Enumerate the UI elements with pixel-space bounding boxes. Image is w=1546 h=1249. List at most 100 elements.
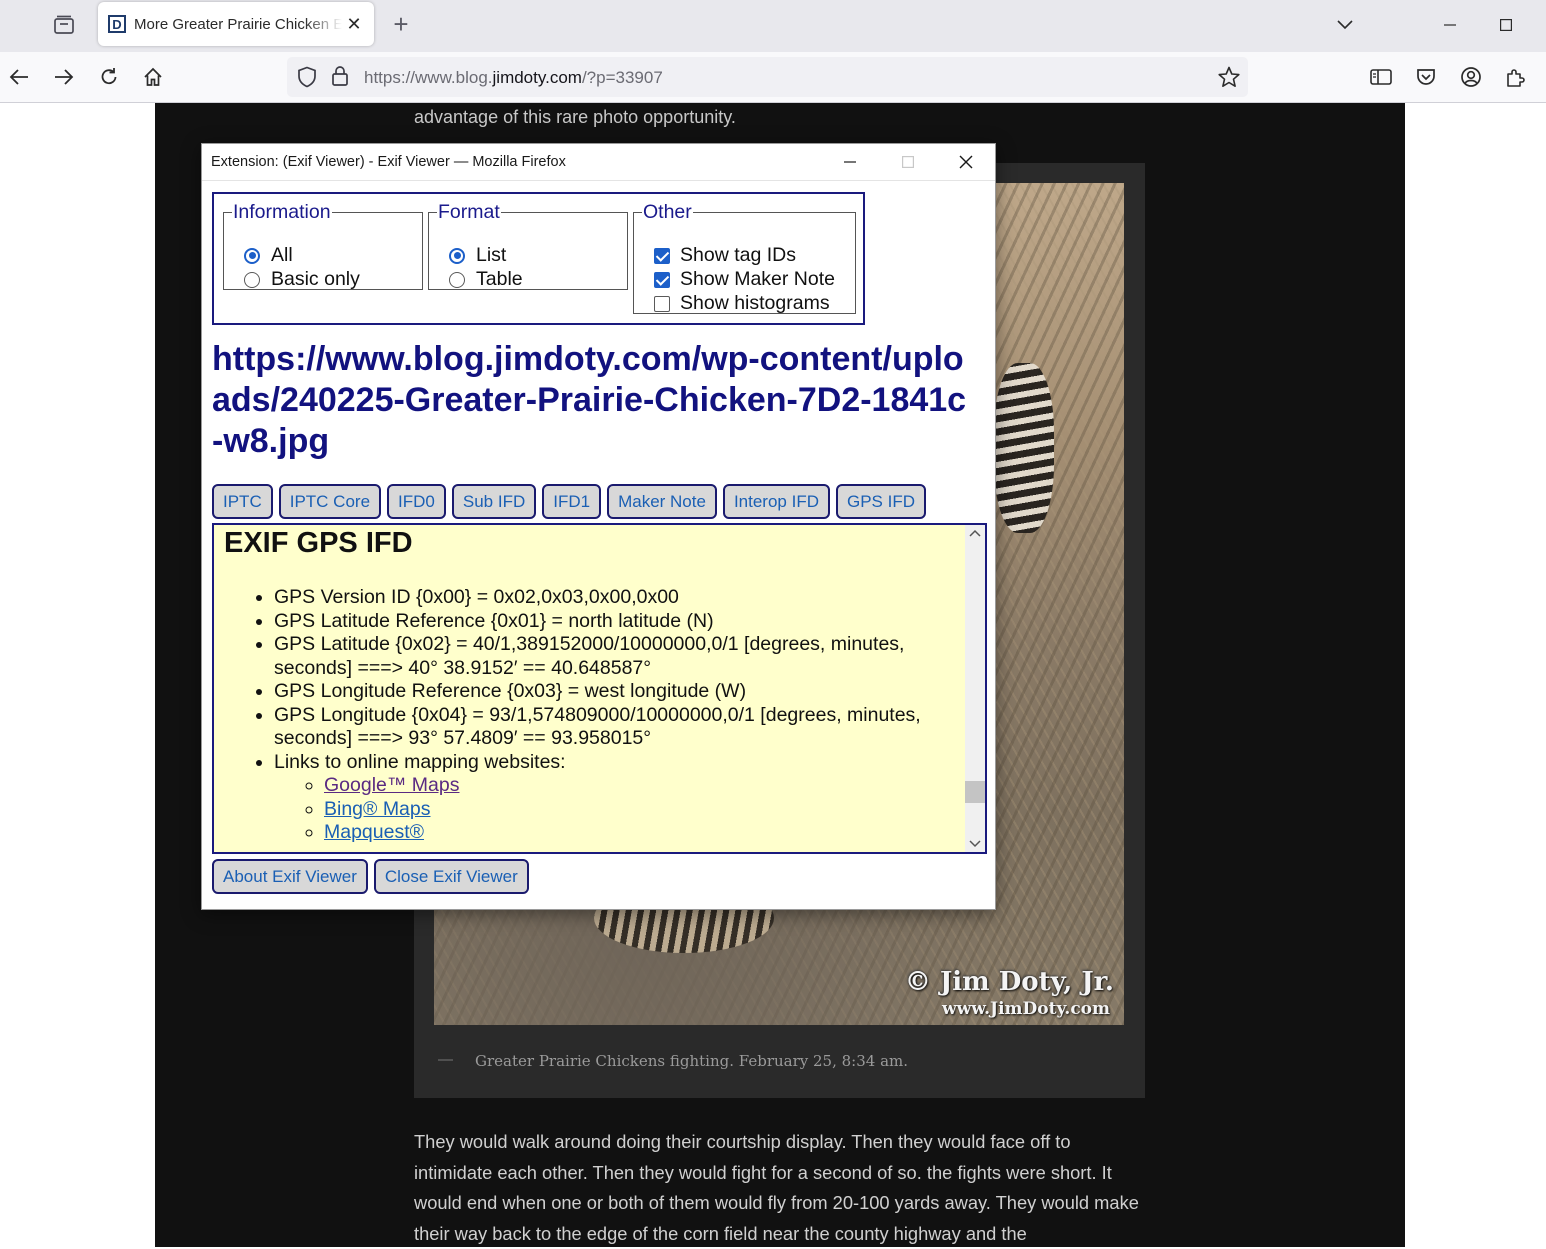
minimize-window-button[interactable] xyxy=(1430,10,1470,40)
option-label: Basic only xyxy=(271,268,360,290)
scroll-up-icon[interactable] xyxy=(969,529,981,537)
maximize-icon xyxy=(902,156,914,168)
tab-close-icon[interactable]: ✕ xyxy=(344,14,364,34)
checkbox-unchecked[interactable] xyxy=(654,295,670,312)
reload-icon xyxy=(101,68,117,85)
home-button[interactable] xyxy=(138,62,168,92)
list-item: GPS Longitude {0x04} = 93/1,574809000/10… xyxy=(274,704,964,751)
google-maps-link[interactable]: Google™ Maps xyxy=(324,774,459,796)
tab-maker-note[interactable]: Maker Note xyxy=(607,484,717,519)
about-exif-viewer-button[interactable]: About Exif Viewer xyxy=(212,859,368,894)
other-group: Other Show tag IDs Show Maker Note Show … xyxy=(633,201,856,314)
footer-buttons: About Exif Viewer Close Exif Viewer xyxy=(212,859,529,894)
exif-content: EXIF GPS IFD GPS Version ID {0x00} = 0x0… xyxy=(224,527,964,845)
list-item-text: Links to online mapping websites: xyxy=(274,750,566,773)
tab-iptc[interactable]: IPTC xyxy=(212,484,273,519)
option-label: Show histograms xyxy=(680,292,830,314)
radio-unselected[interactable] xyxy=(244,271,260,288)
tab-gps-ifd[interactable]: GPS IFD xyxy=(836,484,927,519)
option-label: All xyxy=(271,244,293,266)
radio-selected[interactable] xyxy=(244,247,260,264)
home-icon xyxy=(144,67,162,86)
bird-shape xyxy=(994,363,1054,533)
popup-minimize-button[interactable] xyxy=(827,147,873,177)
tab-strip: D More Greater Prairie Chicken Ex ✕ + xyxy=(0,0,1546,52)
show-histograms-option[interactable]: Show histograms xyxy=(654,292,830,315)
format-legend: Format xyxy=(438,201,500,223)
photo-watermark: © Jim Doty, Jr. xyxy=(904,967,1114,997)
tab-ifd0[interactable]: IFD0 xyxy=(387,484,446,519)
popup-titlebar[interactable]: Extension: (Exif Viewer) - Exif Viewer —… xyxy=(202,144,995,181)
show-maker-note-option[interactable]: Show Maker Note xyxy=(654,268,835,291)
list-item: Mapquest® xyxy=(324,821,964,845)
show-tag-ids-option[interactable]: Show tag IDs xyxy=(654,244,796,267)
checkbox-checked[interactable] xyxy=(654,271,670,288)
sidebar-icon xyxy=(1370,69,1392,85)
new-tab-button[interactable]: + xyxy=(388,10,414,40)
chevron-down-icon xyxy=(1337,20,1353,30)
radio-unselected[interactable] xyxy=(449,271,465,288)
list-all-tabs-button[interactable] xyxy=(1325,10,1365,40)
option-label: Show Maker Note xyxy=(680,268,835,290)
content-scrollbar[interactable] xyxy=(965,525,985,852)
tab-title: More Greater Prairie Chicken Ex xyxy=(134,16,342,33)
firefox-view-icon xyxy=(54,15,74,34)
url-text[interactable]: https://www.blog.jimdoty.com/?p=33907 xyxy=(364,68,663,88)
exif-content-panel[interactable]: EXIF GPS IFD GPS Version ID {0x00} = 0x0… xyxy=(212,523,987,854)
format-table-option[interactable]: Table xyxy=(449,268,523,291)
option-label: List xyxy=(476,244,507,266)
url-prefix: https://www.blog. xyxy=(364,68,493,87)
radio-selected[interactable] xyxy=(449,247,465,264)
puzzle-icon xyxy=(1507,69,1525,87)
list-item: Google™ Maps xyxy=(324,774,964,798)
navigation-toolbar: https://www.blog.jimdoty.com/?p=33907 xyxy=(0,52,1546,103)
arrow-left-icon xyxy=(9,69,28,85)
tab-sub-ifd[interactable]: Sub IFD xyxy=(451,484,537,519)
back-button[interactable] xyxy=(4,62,34,92)
information-all-option[interactable]: All xyxy=(244,244,293,267)
active-tab[interactable]: D More Greater Prairie Chicken Ex ✕ xyxy=(98,2,374,46)
mapquest-link[interactable]: Mapquest® xyxy=(324,821,424,843)
forward-button[interactable] xyxy=(49,62,79,92)
scrollbar-thumb[interactable] xyxy=(965,781,985,803)
extensions-button[interactable] xyxy=(1501,62,1531,92)
bookmark-button[interactable] xyxy=(1218,66,1240,93)
minimize-icon xyxy=(844,161,856,163)
url-suffix: /?p=33907 xyxy=(581,68,663,87)
section-title: EXIF GPS IFD xyxy=(224,527,413,559)
firefox-view-button[interactable] xyxy=(50,12,78,38)
tab-iptc-core[interactable]: IPTC Core xyxy=(278,484,382,519)
bing-maps-link[interactable]: Bing® Maps xyxy=(324,798,431,820)
sidebar-button[interactable] xyxy=(1366,62,1396,92)
information-group: Information All Basic only xyxy=(223,201,423,290)
options-panel: Information All Basic only Format List T… xyxy=(212,192,865,325)
pocket-icon xyxy=(1417,69,1435,85)
pocket-button[interactable] xyxy=(1411,62,1441,92)
address-bar[interactable]: https://www.blog.jimdoty.com/?p=33907 xyxy=(287,57,1248,97)
information-basic-option[interactable]: Basic only xyxy=(244,268,360,291)
format-list-option[interactable]: List xyxy=(449,244,506,267)
figure-caption: Greater Prairie Chickens fighting. Febru… xyxy=(475,1052,909,1070)
tab-ifd1[interactable]: IFD1 xyxy=(542,484,602,519)
list-item: GPS Latitude Reference {0x01} = north la… xyxy=(274,610,964,634)
list-item: GPS Longitude Reference {0x03} = west lo… xyxy=(274,680,964,704)
exif-viewer-window: Extension: (Exif Viewer) - Exif Viewer —… xyxy=(201,143,996,910)
popup-close-button[interactable] xyxy=(943,147,989,177)
image-url-heading: https://www.blog.jimdoty.com/wp-content/… xyxy=(212,340,967,460)
caption-dash: — xyxy=(438,1051,453,1068)
gps-list: GPS Version ID {0x00} = 0x02,0x03,0x00,0… xyxy=(274,586,964,845)
account-button[interactable] xyxy=(1456,62,1486,92)
list-item: GPS Latitude {0x02} = 40/1,389152000/100… xyxy=(274,633,964,680)
photo-watermark-url: www.JimDoty.com xyxy=(941,999,1110,1019)
list-item: GPS Version ID {0x00} = 0x02,0x03,0x00,0… xyxy=(274,586,964,610)
tab-interop-ifd[interactable]: Interop IFD xyxy=(722,484,830,519)
checkbox-checked[interactable] xyxy=(654,247,670,264)
article-paragraph: They would walk around doing their court… xyxy=(414,1131,1139,1244)
ifd-tab-bar: IPTC IPTC Core IFD0 Sub IFD IFD1 Maker N… xyxy=(212,484,927,519)
maximize-icon xyxy=(1500,19,1512,31)
maximize-window-button[interactable] xyxy=(1486,10,1526,40)
reload-button[interactable] xyxy=(94,62,124,92)
close-exif-viewer-button[interactable]: Close Exif Viewer xyxy=(373,859,529,894)
account-icon xyxy=(1461,67,1481,87)
scroll-down-icon[interactable] xyxy=(969,840,981,848)
